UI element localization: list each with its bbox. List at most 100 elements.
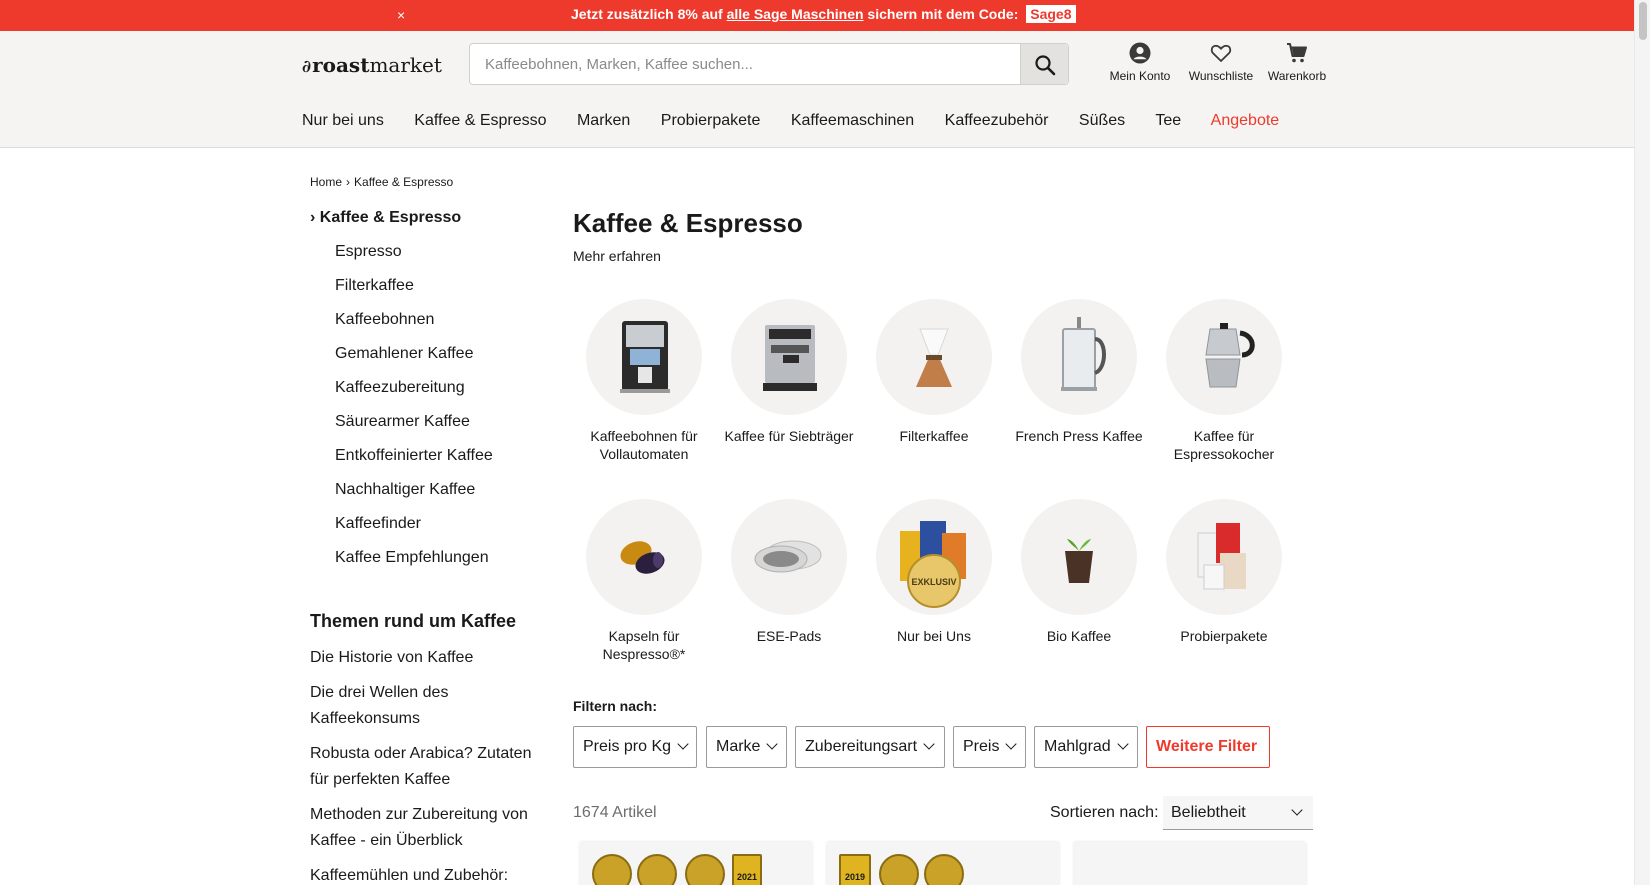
more-info-link[interactable]: Mehr erfahren bbox=[573, 248, 661, 264]
sidebar-item-entkoffeinierter-kaffee[interactable]: Entkoffeinierter Kaffee bbox=[335, 447, 493, 481]
account-icon bbox=[1129, 42, 1151, 64]
filter-label: Marke bbox=[716, 738, 761, 755]
category-label: Nur bei Uns bbox=[897, 628, 971, 644]
category-french-press[interactable]: French Press Kaffee bbox=[1004, 299, 1154, 445]
nav-item-probierpakete[interactable]: Probierpakete bbox=[661, 112, 761, 129]
category-nur-bei-uns[interactable]: EXKLUSIV Nur bei Uns bbox=[859, 499, 1009, 645]
category-kapseln[interactable]: Kapseln für Nespresso®* bbox=[569, 499, 719, 663]
nav-item-tee[interactable]: Tee bbox=[1155, 112, 1181, 129]
category-vollautomaten[interactable]: Kaffeebohnen für Vollautomaten bbox=[569, 299, 719, 463]
more-filters-button[interactable]: Weitere Filter bbox=[1146, 726, 1270, 768]
category-image bbox=[1166, 299, 1282, 415]
breadcrumb-current[interactable]: Kaffee & Espresso bbox=[354, 175, 453, 189]
sidebar-active-label: Kaffee & Espresso bbox=[319, 209, 462, 226]
filter-preis[interactable]: Preis bbox=[953, 726, 1026, 768]
theme-link-historie[interactable]: Die Historie von Kaffee bbox=[310, 645, 540, 671]
logo-mark-icon: ∂ bbox=[302, 57, 312, 77]
wishlist-button[interactable]: Wunschliste bbox=[1181, 41, 1261, 83]
pour-over-icon bbox=[916, 328, 952, 387]
category-image bbox=[731, 299, 847, 415]
category-ese-pads[interactable]: ESE-Pads bbox=[714, 499, 864, 645]
nav-item-nur-bei-uns[interactable]: Nur bei uns bbox=[302, 112, 384, 129]
sidebar-item-kaffeefinder[interactable]: Kaffeefinder bbox=[335, 515, 493, 549]
sidebar-item-nachhaltiger-kaffee[interactable]: Nachhaltiger Kaffee bbox=[335, 481, 493, 515]
cart-button[interactable]: Warenkorb bbox=[1263, 41, 1331, 83]
sort-dropdown[interactable]: Beliebtheit bbox=[1163, 796, 1313, 830]
page-title: Kaffee & Espresso bbox=[573, 208, 803, 238]
logo-bold: roast bbox=[312, 53, 370, 77]
category-image bbox=[586, 299, 702, 415]
nav-item-kaffee-espresso[interactable]: Kaffee & Espresso bbox=[414, 112, 546, 129]
category-image bbox=[1021, 299, 1137, 415]
promo-bar: × Jetzt zusätzlich 8% auf alle Sage Masc… bbox=[0, 0, 1634, 31]
promo-text: Jetzt zusätzlich 8% auf alle Sage Maschi… bbox=[571, 5, 1076, 23]
coffee-machine-icon bbox=[620, 321, 670, 393]
category-siebtraeger[interactable]: Kaffee für Siebträger bbox=[714, 299, 864, 445]
promo-text-after: sichern mit dem Code: bbox=[863, 6, 1023, 22]
filter-marke[interactable]: Marke bbox=[706, 726, 787, 768]
chevron-down-icon bbox=[1117, 738, 1129, 750]
nav-item-angebote[interactable]: Angebote bbox=[1211, 112, 1280, 129]
theme-link-kaffeemuehlen[interactable]: Kaffeemühlen und Zubehör: bbox=[310, 863, 540, 885]
search-input[interactable] bbox=[470, 44, 1020, 84]
scrollbar-thumb[interactable] bbox=[1639, 2, 1647, 40]
sidebar-active-category[interactable]: › Kaffee & Espresso bbox=[310, 209, 461, 227]
category-label: Kaffee für Siebträger bbox=[724, 428, 854, 444]
category-probierpakete[interactable]: Probierpakete bbox=[1149, 499, 1299, 645]
search-bar bbox=[469, 43, 1069, 85]
chevron-down-icon bbox=[677, 738, 689, 750]
filter-zubereitungsart[interactable]: Zubereitungsart bbox=[795, 726, 945, 768]
category-image bbox=[876, 299, 992, 415]
chevron-down-icon bbox=[1291, 804, 1303, 816]
award-badge-icon bbox=[637, 854, 677, 885]
theme-link-methoden[interactable]: Methoden zur Zubereitung von Kaffee - ei… bbox=[310, 802, 540, 854]
sidebar-item-espresso[interactable]: Espresso bbox=[335, 243, 493, 277]
category-filterkaffee[interactable]: Filterkaffee bbox=[859, 299, 1009, 445]
nav-item-kaffeemaschinen[interactable]: Kaffeemaschinen bbox=[791, 112, 914, 129]
sidebar-item-gemahlener-kaffee[interactable]: Gemahlener Kaffee bbox=[335, 345, 493, 379]
category-label: Bio Kaffee bbox=[1046, 628, 1112, 644]
product-card[interactable]: 2021 bbox=[580, 842, 812, 885]
close-icon[interactable]: × bbox=[397, 7, 405, 23]
account-button[interactable]: Mein Konto bbox=[1105, 41, 1175, 83]
sort-value: Beliebtheit bbox=[1171, 804, 1246, 821]
search-icon bbox=[1035, 55, 1056, 76]
scrollbar[interactable] bbox=[1634, 0, 1650, 885]
category-label: ESE-Pads bbox=[756, 628, 822, 644]
promo-link[interactable]: alle Sage Maschinen bbox=[727, 6, 864, 22]
filter-preis-pro-kg[interactable]: Preis pro Kg bbox=[573, 726, 697, 768]
category-label: Kapseln für Nespresso®* bbox=[602, 628, 686, 662]
theme-link-wellen[interactable]: Die drei Wellen des Kaffeekonsums bbox=[310, 680, 540, 732]
category-image bbox=[586, 499, 702, 615]
filter-label: Zubereitungsart bbox=[805, 738, 918, 755]
category-espressokocher[interactable]: Kaffee für Espressokocher bbox=[1149, 299, 1299, 463]
category-label: Kaffee für Espressokocher bbox=[1173, 428, 1275, 462]
category-image: EXKLUSIV bbox=[876, 499, 992, 615]
capsules-icon bbox=[620, 541, 665, 574]
plant-icon bbox=[1065, 539, 1093, 583]
nav-item-kaffeezubehoer[interactable]: Kaffeezubehör bbox=[945, 112, 1049, 129]
product-card[interactable]: 2019 bbox=[827, 842, 1059, 885]
search-button[interactable] bbox=[1020, 44, 1068, 84]
breadcrumb-home[interactable]: Home bbox=[310, 175, 342, 189]
category-image bbox=[1021, 499, 1137, 615]
sidebar-item-saeurearmer-kaffee[interactable]: Säurearmer Kaffee bbox=[335, 413, 493, 447]
filter-mahlgrad[interactable]: Mahlgrad bbox=[1034, 726, 1138, 768]
category-label: French Press Kaffee bbox=[1015, 428, 1143, 444]
theme-link-robusta-arabica[interactable]: Robusta oder Arabica? Zutaten für perfek… bbox=[310, 741, 540, 793]
award-badge-year: 2019 bbox=[839, 854, 871, 885]
sidebar-item-kaffee-empfehlungen[interactable]: Kaffee Empfehlungen bbox=[335, 549, 493, 583]
category-bio-kaffee[interactable]: Bio Kaffee bbox=[1004, 499, 1154, 645]
product-card[interactable] bbox=[1074, 842, 1306, 885]
result-count: 1674 Artikel bbox=[573, 804, 657, 821]
sidebar-item-kaffeezubereitung[interactable]: Kaffeezubereitung bbox=[335, 379, 493, 413]
wishlist-label: Wunschliste bbox=[1188, 69, 1254, 83]
exclusive-badge-text: EXKLUSIV bbox=[911, 577, 956, 587]
logo[interactable]: ∂roastmarket bbox=[302, 53, 442, 77]
sidebar-item-filterkaffee[interactable]: Filterkaffee bbox=[335, 277, 493, 311]
sidebar-item-kaffeebohnen[interactable]: Kaffeebohnen bbox=[335, 311, 493, 345]
category-image bbox=[731, 499, 847, 615]
nav-item-marken[interactable]: Marken bbox=[577, 112, 630, 129]
nav-item-suesses[interactable]: Süßes bbox=[1079, 112, 1125, 129]
cart-label: Warenkorb bbox=[1267, 69, 1327, 83]
